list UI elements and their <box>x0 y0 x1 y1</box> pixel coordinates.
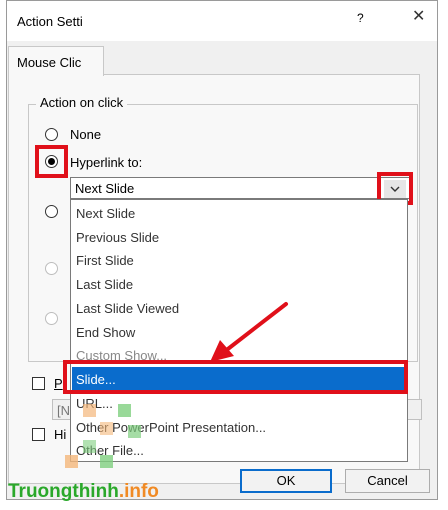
action-on-click-label: Action on click <box>36 95 128 110</box>
watermark-text-main: Truongthinh <box>8 481 119 502</box>
play-sound-checkbox[interactable] <box>32 377 45 390</box>
watermark-square <box>83 440 96 453</box>
radio-hyperlink-label: Hyperlink to: <box>70 155 143 170</box>
title-bar: Action Setti ? ✕ <box>7 1 437 41</box>
tab-mouse-click-label: Mouse Clic <box>17 55 82 70</box>
watermark-square <box>100 455 113 468</box>
watermark-text-suffix: .info <box>118 481 159 502</box>
close-icon[interactable]: ✕ <box>412 6 425 26</box>
cancel-button[interactable]: Cancel <box>345 469 430 493</box>
red-arrow-icon <box>210 302 288 362</box>
radio-run-macro <box>45 262 58 275</box>
radio-run-program[interactable] <box>45 205 58 218</box>
list-item[interactable]: Next Slide <box>76 206 135 221</box>
radio-none-label: None <box>70 127 102 142</box>
list-item[interactable]: Last Slide Viewed <box>76 301 179 316</box>
highlight-box-radio <box>35 145 68 178</box>
sound-select-value: [N <box>57 403 70 418</box>
ok-button[interactable]: OK <box>240 469 332 493</box>
tab-mouse-click[interactable]: Mouse Clic <box>8 46 104 76</box>
watermark-square <box>128 425 141 438</box>
play-sound-label: P <box>54 376 63 391</box>
watermark-logo: Truongthinh.info <box>8 481 159 503</box>
hyperlink-combo[interactable]: Next Slide <box>70 177 411 199</box>
watermark-square <box>83 404 96 417</box>
list-item[interactable]: First Slide <box>76 253 134 268</box>
list-item[interactable]: End Show <box>76 325 135 340</box>
watermark-square <box>65 455 78 468</box>
radio-object-action <box>45 312 58 325</box>
watermark-square <box>100 422 113 435</box>
radio-none[interactable] <box>45 128 58 141</box>
highlight-click-checkbox[interactable] <box>32 428 45 441</box>
dialog-title: Action Setti <box>17 14 83 29</box>
watermark-square <box>118 404 131 417</box>
hyperlink-combo-value: Next Slide <box>75 181 135 196</box>
highlight-click-label: Hi <box>54 427 67 442</box>
help-icon[interactable]: ? <box>357 11 364 25</box>
list-item[interactable]: Last Slide <box>76 277 133 292</box>
list-item[interactable]: Previous Slide <box>76 230 159 245</box>
